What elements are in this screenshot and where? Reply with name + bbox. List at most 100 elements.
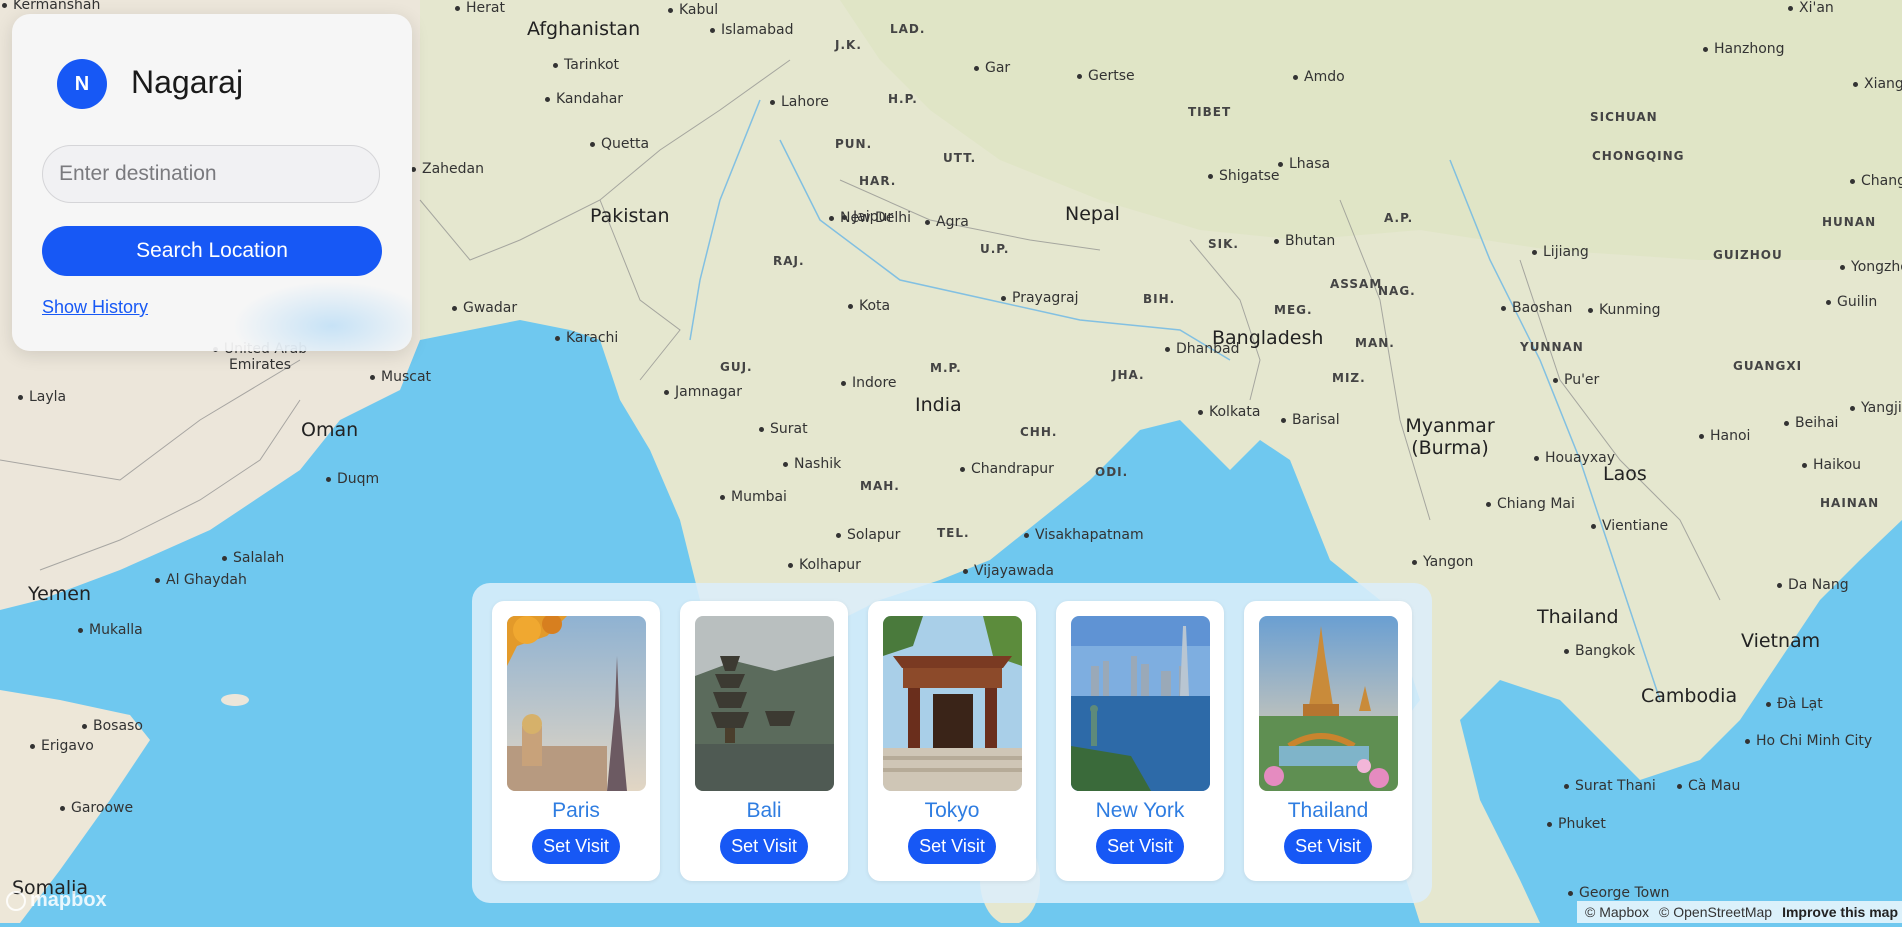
map-city-label: Salalah [222,550,284,566]
map-city-label: Indore [841,375,897,391]
map-region-label: JHA. [1112,368,1145,382]
map-city-label: Kota [848,298,890,314]
improve-map-link[interactable]: Improve this map [1782,904,1898,920]
map-country-label: Vietnam [1741,630,1821,652]
map-region-label: GUIZHOU [1713,248,1783,262]
map-city-label: Surat Thani [1564,778,1656,794]
map-region-label: HUNAN [1822,215,1877,229]
map-city-label: Houayxay [1534,450,1615,466]
set-visit-button[interactable]: Set Visit [908,829,996,864]
map-region-label: CHH. [1020,425,1058,439]
destination-name: Paris [552,799,600,822]
map-city-label: Mumbai [720,489,787,505]
mapbox-logo-text: mapbox [30,889,107,911]
map-region-label: MAH. [860,479,900,493]
map-city-label: Nashik [783,456,841,472]
search-location-button[interactable]: Search Location [42,226,382,276]
map-city-label: Guilin [1826,294,1877,310]
map-city-label: Layla [18,389,66,405]
destination-name: New York [1095,799,1185,822]
set-visit-button[interactable]: Set Visit [720,829,808,864]
map-city-label: Hanoi [1699,428,1750,444]
mapbox-attribution-link[interactable]: © Mapbox [1585,904,1649,920]
map-city-label: Gwadar [452,300,517,316]
destination-card-new-york[interactable]: New York Set Visit [1056,601,1224,881]
map-city-label: Duqm [326,471,379,487]
destination-name: Tokyo [924,799,980,822]
tokyo-image [882,616,1022,791]
map-region-label: RAJ. [773,254,805,268]
set-visit-button[interactable]: Set Visit [1284,829,1372,864]
map-city-label: Jamnagar [664,384,742,400]
map-city-label: Xiangyang [1853,76,1902,92]
map-city-label: Islamabad [710,22,793,38]
map-region-label: NAG. [1378,284,1416,298]
map-attribution: © Mapbox © OpenStreetMap Improve this ma… [1577,901,1902,923]
osm-attribution-link[interactable]: © OpenStreetMap [1659,904,1772,920]
map-city-label: Shigatse [1208,168,1280,184]
destination-name: Thailand [1287,799,1369,822]
map-city-label: Yongzhou [1840,259,1902,275]
map-country-label: Nepal [1065,203,1120,225]
map-region-label: BIH. [1143,292,1176,306]
map-city-label: Yangjiang [1850,400,1902,416]
user-name: Nagaraj [131,64,244,100]
map-city-label: Da Nang [1777,577,1849,593]
map-city-label: Chandrapur [960,461,1054,477]
map-region-label: J.K. [835,38,862,52]
map-city-label: Amdo [1293,69,1345,85]
map-country-label: Pakistan [590,205,670,227]
map-city-label: Changde [1850,173,1902,189]
map-city-label: Visakhapatnam [1024,527,1144,543]
map-city-label: Cà Mau [1677,778,1740,794]
map-city-label: Baoshan [1501,300,1572,316]
destination-cards: Paris Set Visit Bali Set Visit Tokyo Set… [472,583,1432,903]
set-visit-button[interactable]: Set Visit [1096,829,1184,864]
map-city-label: Jaipur [842,209,893,225]
map-city-label: Lhasa [1278,156,1330,172]
map-city-label: Đà Lạt [1766,696,1823,712]
map-city-label: Chiang Mai [1486,496,1575,512]
map-city-label: Agra [925,214,969,230]
map-city-label: Barisal [1281,412,1340,428]
map-region-label: ASSAM [1330,277,1383,291]
paris-image [506,616,646,791]
show-history-link[interactable]: Show History [42,297,148,318]
destination-card-thailand[interactable]: Thailand Set Visit [1244,601,1412,881]
map-city-label: Lijiang [1532,244,1589,260]
map-region-label: M.P. [930,361,962,375]
thailand-image [1258,616,1398,791]
map-country-label: Myanmar (Burma) [1405,415,1495,459]
map-city-label: Zahedan [411,161,484,177]
map-country-label: India [915,394,962,416]
map-city-label: George Town [1568,885,1670,901]
map-city-label: Gertse [1077,68,1135,84]
destination-card-tokyo[interactable]: Tokyo Set Visit [868,601,1036,881]
map-city-label: Muscat [370,369,431,385]
map-city-label: Lahore [770,94,829,110]
map-city-label: Tarinkot [553,57,619,73]
map-city-label: Dhanbad [1165,341,1239,357]
map-country-label: Cambodia [1641,685,1738,707]
map-city-label: Pu'er [1553,372,1599,388]
map-city-label: Mukalla [78,622,143,638]
map-city-label: Phuket [1547,816,1606,832]
map-city-label: Erigavo [30,738,94,754]
panel-glow [232,281,412,351]
destination-card-paris[interactable]: Paris Set Visit [492,601,660,881]
map-region-label: A.P. [1384,211,1414,225]
mapbox-logo[interactable]: mapbox [6,889,107,912]
bali-image [694,616,834,791]
destination-name: Bali [746,799,782,822]
map-region-label: HAR. [859,174,897,188]
map-city-label: Karachi [555,330,618,346]
map-region-label: MAN. [1355,336,1395,350]
set-visit-button[interactable]: Set Visit [532,829,620,864]
new-york-image [1070,616,1210,791]
search-panel: N Nagaraj Search Location Show History [12,14,412,351]
destination-card-bali[interactable]: Bali Set Visit [680,601,848,881]
destination-input[interactable] [42,145,380,203]
map-city-label: Solapur [836,527,900,543]
map-city-label: Beihai [1784,415,1838,431]
avatar[interactable]: N [57,59,107,109]
